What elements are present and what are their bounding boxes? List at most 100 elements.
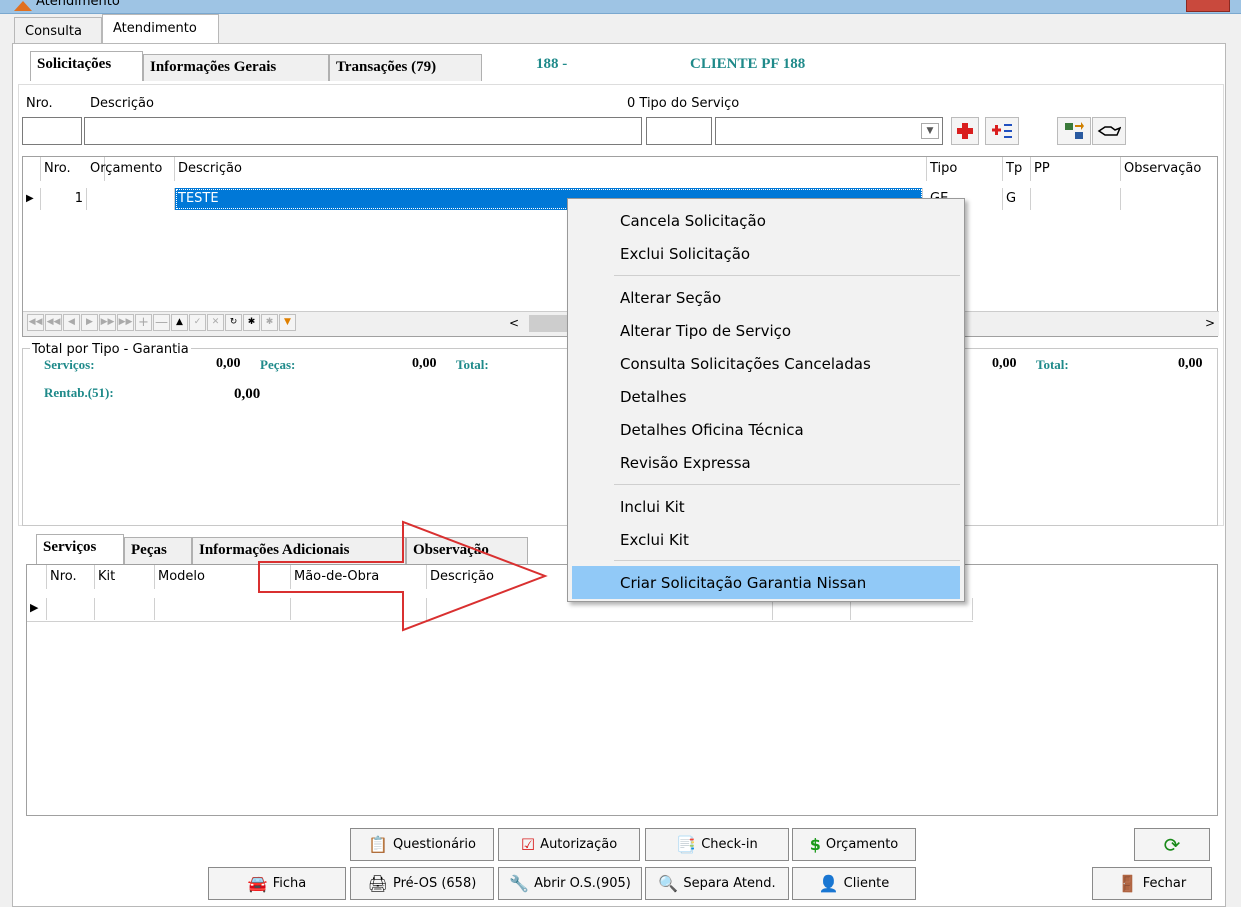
nav-filter-icon[interactable]: ▼	[279, 314, 296, 331]
transfer-button[interactable]	[1057, 117, 1091, 145]
cell[interactable]	[47, 598, 95, 620]
menu-item-detalhes-oficina[interactable]: Detalhes Oficina Técnica	[572, 413, 960, 446]
col-kit[interactable]: Kit	[95, 565, 155, 589]
row-pointer-icon: ▶	[27, 598, 47, 620]
tab-servicos[interactable]: Serviços	[36, 534, 124, 565]
right-value: 0,00	[992, 356, 1017, 371]
oil-can-icon	[1097, 126, 1121, 136]
checkin-label: Check-in	[701, 837, 758, 852]
pre-os-button[interactable]: 🖨 Pré-OS (658)	[350, 867, 494, 900]
menu-item-alterar-tipo-servico[interactable]: Alterar Tipo de Serviço	[572, 314, 960, 347]
checkin-button[interactable]: 📑 Check-in	[645, 828, 789, 861]
col-tp[interactable]: Tp	[1003, 157, 1031, 181]
col-observacao[interactable]: Observação	[1121, 157, 1219, 181]
separa-label: Separa Atend.	[683, 876, 776, 891]
row-obs	[1121, 188, 1219, 210]
descricao-label: Descrição	[90, 96, 154, 111]
separa-atend-button[interactable]: 🔍 Separa Atend.	[645, 867, 789, 900]
menu-item-cancela-solicitacao[interactable]: Cancela Solicitação	[572, 204, 960, 237]
window-title: Atendimento	[36, 0, 120, 9]
nav-prior-icon[interactable]: ◀	[63, 314, 80, 331]
abrir-os-button[interactable]: 🔧 Abrir O.S.(905)	[498, 867, 642, 900]
nav-bookmark-icon[interactable]: ✱	[243, 314, 260, 331]
nav-prior-page-icon[interactable]: ◀◀	[45, 314, 62, 331]
nav-cancel-icon[interactable]: ✕	[207, 314, 224, 331]
checkmark-icon: ☑	[520, 835, 536, 854]
add-multiple-button[interactable]	[985, 117, 1019, 145]
add-solicitation-button[interactable]	[951, 117, 979, 145]
nav-delete-icon[interactable]: —	[153, 314, 170, 331]
ficha-label: Ficha	[272, 876, 307, 891]
tipo-servico-label: 0 Tipo do Serviço	[627, 96, 740, 111]
menu-item-criar-garantia-nissan[interactable]: Criar Solicitação Garantia Nissan	[572, 566, 960, 599]
nav-last-icon[interactable]: ▶▶	[117, 314, 134, 331]
tools-icon: 🔧	[509, 874, 530, 893]
tab-consulta[interactable]: Consulta	[14, 17, 102, 44]
col-orcamento[interactable]: Orçamento	[87, 157, 175, 181]
col-servico-nro[interactable]: Nro.	[47, 565, 95, 589]
scroll-right-icon[interactable]: >	[1205, 316, 1215, 330]
row-nro: 1	[41, 188, 87, 210]
fechar-button[interactable]: 🚪 Fechar	[1092, 867, 1212, 900]
autorizacao-button[interactable]: ☑ Autorização	[498, 828, 640, 861]
chevron-down-icon[interactable]: ▼	[921, 123, 939, 139]
pecas-label: Peças:	[260, 357, 296, 372]
menu-separator	[614, 560, 960, 561]
tab-transacoes[interactable]: Transações (79)	[329, 54, 482, 81]
nav-post-icon[interactable]: ✓	[189, 314, 206, 331]
row-orcamento	[87, 188, 175, 210]
menu-item-inclui-kit[interactable]: Inclui Kit	[572, 490, 960, 523]
total-label: Total:	[456, 357, 489, 372]
questionario-button[interactable]: 📋 Questionário	[350, 828, 494, 861]
nav-next-page-icon[interactable]: ▶▶	[99, 314, 116, 331]
horizontal-scrollbar-thumb[interactable]	[529, 315, 569, 332]
cliente-button[interactable]: 👤 Cliente	[792, 867, 916, 900]
add-list-icon	[992, 124, 1012, 138]
descricao-input[interactable]	[84, 117, 642, 145]
orcamento-button[interactable]: $ Orçamento	[792, 828, 916, 861]
row-indicator-header	[27, 565, 47, 589]
cell[interactable]	[95, 598, 155, 620]
close-window-button[interactable]	[1186, 0, 1230, 12]
dollar-icon: $	[809, 835, 821, 854]
checkin-icon: 📑	[676, 835, 697, 854]
menu-item-exclui-kit[interactable]: Exclui Kit	[572, 523, 960, 556]
tab-solicitacoes[interactable]: Solicitações	[30, 51, 143, 81]
autorizacao-label: Autorização	[540, 837, 618, 852]
col-descricao[interactable]: Descrição	[175, 157, 927, 181]
tab-atendimento[interactable]: Atendimento	[102, 14, 219, 44]
menu-item-revisao-expressa[interactable]: Revisão Expressa	[572, 446, 960, 479]
menu-item-consulta-canceladas[interactable]: Consulta Solicitações Canceladas	[572, 347, 960, 380]
totals-group-title: Total por Tipo - Garantia	[30, 342, 191, 357]
oil-can-button[interactable]	[1092, 117, 1126, 145]
nav-first-icon[interactable]: ◀◀	[27, 314, 44, 331]
right-total-label: Total:	[1036, 357, 1069, 372]
nav-goto-bookmark-icon[interactable]: ✱	[261, 314, 278, 331]
col-tipo[interactable]: Tipo	[927, 157, 1003, 181]
tipo-servico-code-input[interactable]	[646, 117, 712, 145]
nav-insert-icon[interactable]: +	[135, 314, 152, 331]
printer-icon: 🖨	[367, 874, 388, 893]
ficha-button[interactable]: 🚘 Ficha	[208, 867, 346, 900]
orcamento-label: Orçamento	[825, 837, 899, 852]
tab-informacoes-gerais[interactable]: Informações Gerais	[143, 54, 329, 81]
menu-item-detalhes[interactable]: Detalhes	[572, 380, 960, 413]
nav-next-icon[interactable]: ▶	[81, 314, 98, 331]
tipo-servico-select[interactable]: ▼	[715, 117, 943, 145]
nro-input[interactable]	[22, 117, 82, 145]
refresh-button[interactable]: ⟳	[1134, 828, 1210, 861]
nav-refresh-icon[interactable]: ↻	[225, 314, 242, 331]
menu-separator	[614, 275, 960, 276]
menu-item-exclui-solicitacao[interactable]: Exclui Solicitação	[572, 237, 960, 270]
binoculars-icon: 🔍	[658, 874, 679, 893]
right-total-value: 0,00	[1178, 356, 1203, 371]
window-titlebar[interactable]	[0, 0, 1241, 14]
scroll-left-icon[interactable]: <	[509, 316, 519, 330]
refresh-icon: ⟳	[1163, 832, 1181, 857]
car-icon: 🚘	[247, 874, 268, 893]
nro-label: Nro.	[26, 96, 53, 111]
tab-pecas[interactable]: Peças	[124, 537, 192, 564]
nav-edit-icon[interactable]: ▲	[171, 314, 188, 331]
col-pp[interactable]: PP	[1031, 157, 1121, 181]
menu-item-alterar-secao[interactable]: Alterar Seção	[572, 281, 960, 314]
